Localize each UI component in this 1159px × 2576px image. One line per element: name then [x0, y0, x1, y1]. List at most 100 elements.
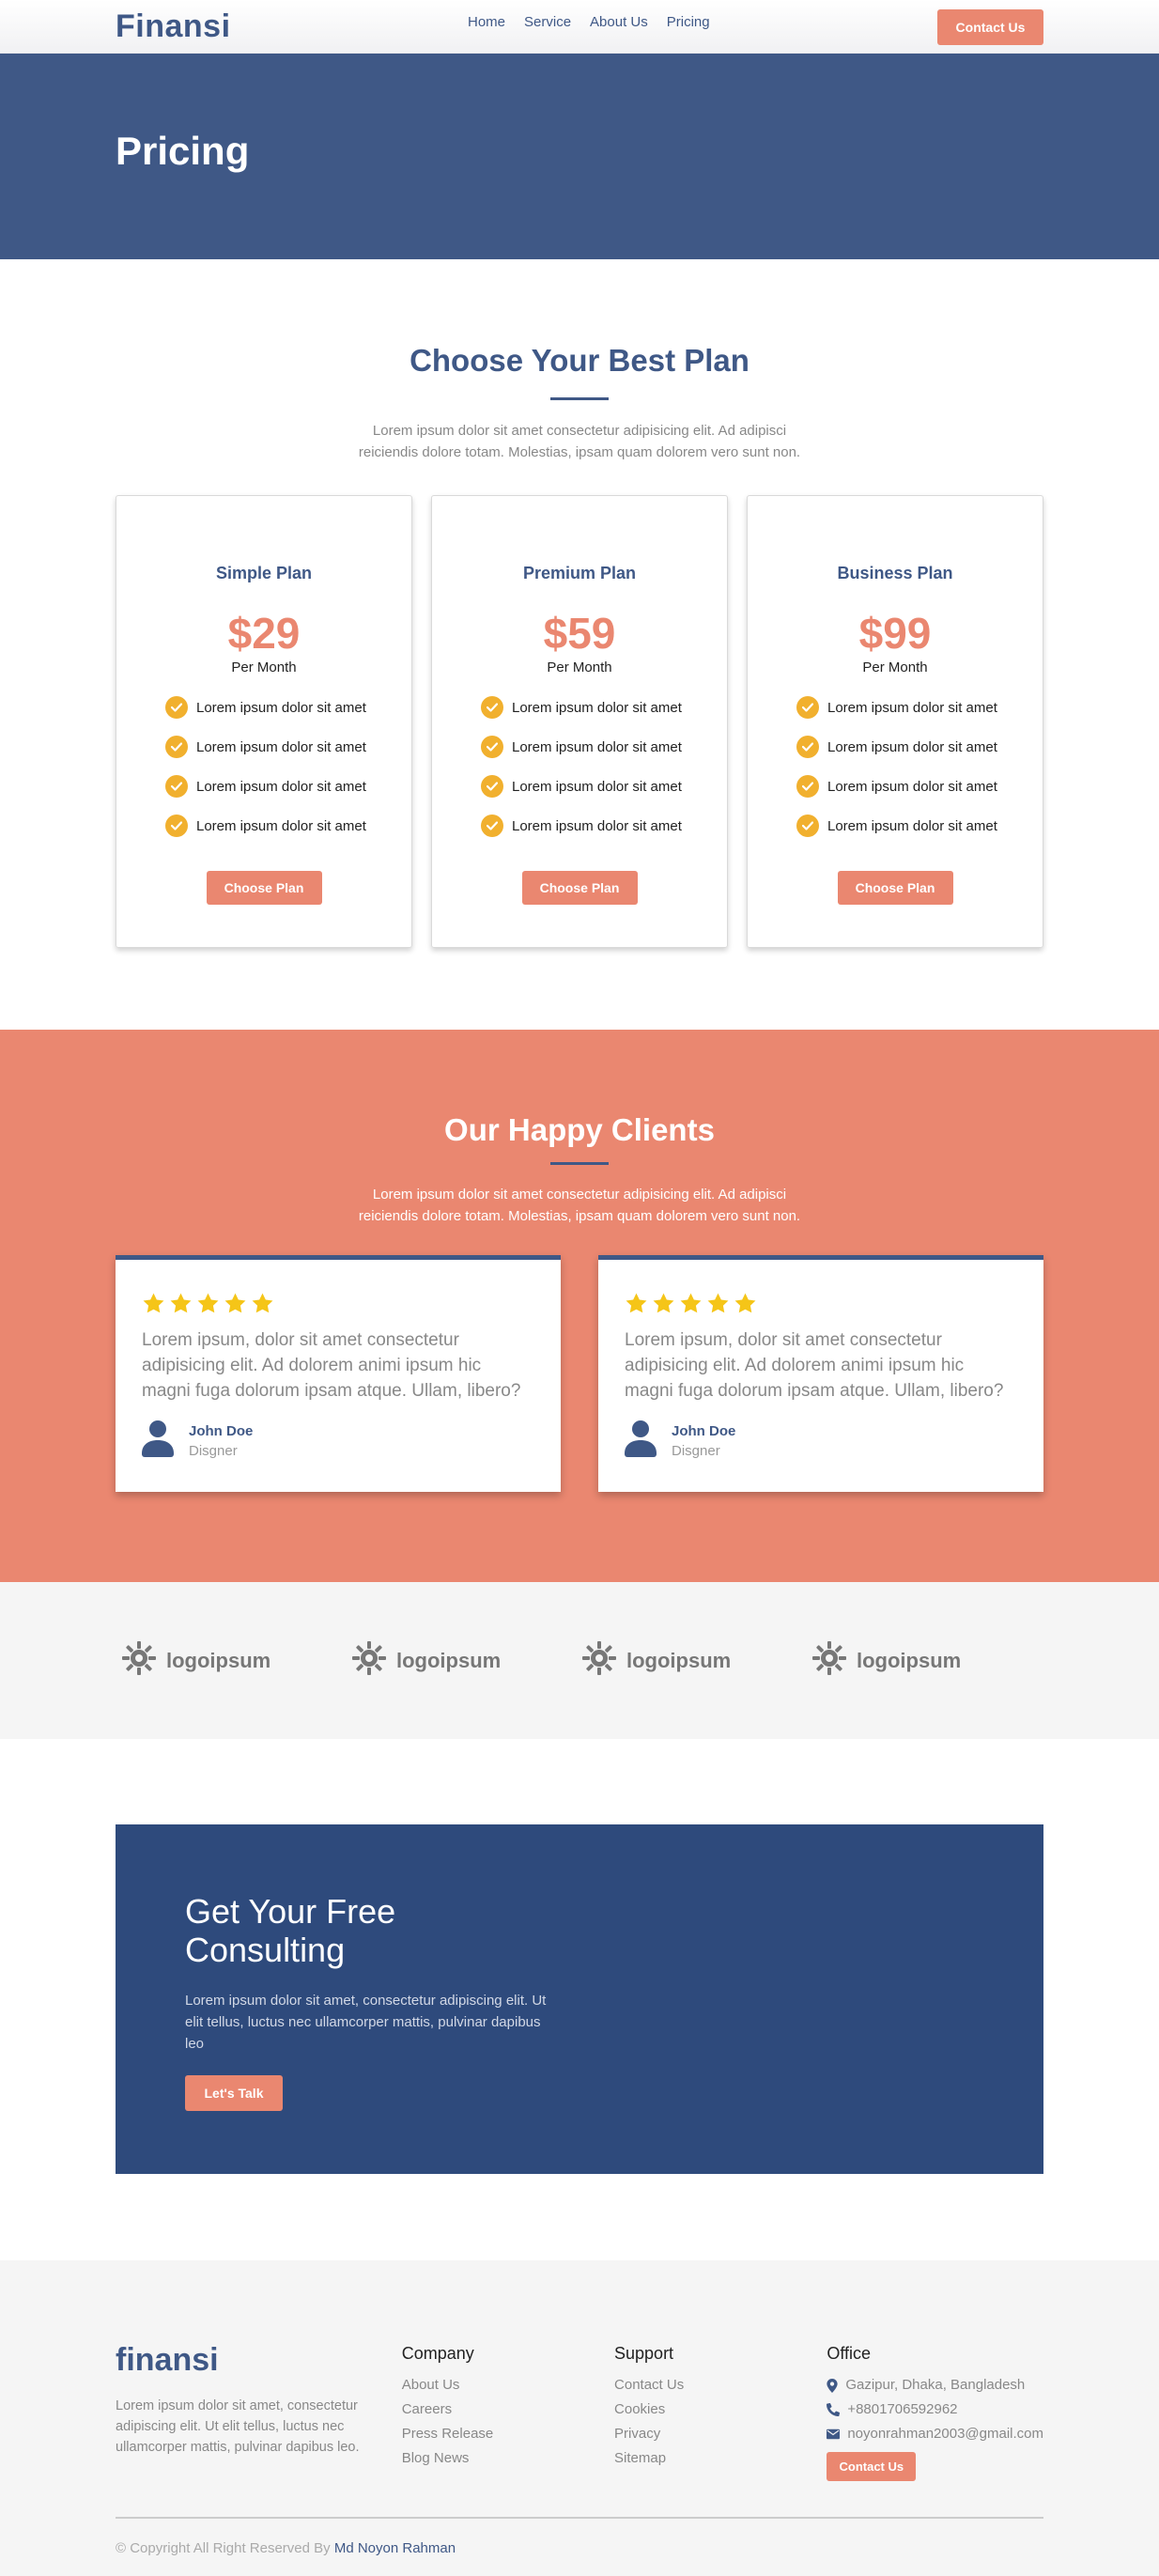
plan-features: Lorem ipsum dolor sit amet Lorem ipsum do…	[748, 688, 1043, 846]
clients-subtitle: Lorem ipsum dolor sit amet consectetur a…	[358, 1187, 801, 1224]
footer-support: Support Contact Us Cookies Privacy Sitem…	[614, 2342, 827, 2481]
author-role: Disgner	[189, 1442, 238, 1459]
plan-feature: Lorem ipsum dolor sit amet	[796, 727, 1043, 767]
office-phone-text[interactable]: +8801706592962	[847, 2398, 957, 2422]
footer-link-press-release[interactable]: Press Release	[402, 2422, 614, 2446]
pricing-section: Choose Your Best Plan Lorem ipsum dolor …	[0, 259, 1159, 1030]
brand-logo[interactable]: Finansi	[116, 8, 231, 45]
footer-contact-us-button[interactable]: Contact Us	[827, 2452, 917, 2481]
footer-office: Office Gazipur, Dhaka, Bangladesh +88017…	[827, 2342, 1043, 2481]
plan-feature: Lorem ipsum dolor sit amet	[481, 727, 727, 767]
plan-period: Per Month	[547, 660, 612, 675]
check-circle-icon	[796, 815, 819, 837]
footer-link-contact-us[interactable]: Contact Us	[614, 2373, 827, 2398]
plan-feature: Lorem ipsum dolor sit amet	[796, 688, 1043, 727]
plan-feature-text: Lorem ipsum dolor sit amet	[196, 778, 366, 795]
lets-talk-button[interactable]: Let's Talk	[185, 2075, 283, 2111]
heading-divider	[550, 1162, 609, 1165]
plan-feature: Lorem ipsum dolor sit amet	[481, 767, 727, 806]
plan-period: Per Month	[231, 660, 297, 675]
sun-logo-icon	[811, 1640, 857, 1682]
footer-description: Lorem ipsum dolor sit amet, consectetur …	[116, 2398, 360, 2455]
plan-feature-text: Lorem ipsum dolor sit amet	[196, 817, 366, 834]
plan-feature: Lorem ipsum dolor sit amet	[796, 806, 1043, 846]
plan-name: Business Plan	[837, 564, 953, 582]
user-icon	[625, 1420, 672, 1462]
star-icon	[734, 1292, 757, 1320]
nav-link-home[interactable]: Home	[468, 14, 505, 30]
footer-link-sitemap[interactable]: Sitemap	[614, 2446, 827, 2471]
footer-link-privacy[interactable]: Privacy	[614, 2422, 827, 2446]
author-name: John Doe	[672, 1422, 736, 1439]
choose-plan-button[interactable]: Choose Plan	[837, 871, 953, 905]
star-icon	[251, 1292, 274, 1320]
copyright: © Copyright All Right Reserved By Md Noy…	[116, 2540, 1043, 2556]
star-icon	[706, 1292, 730, 1320]
nav-link-pricing[interactable]: Pricing	[667, 14, 710, 30]
partner-logo[interactable]: logoipsum	[351, 1640, 581, 1682]
cta-section: Get Your Free Consulting Lorem ipsum dol…	[0, 1739, 1159, 2260]
plan-feature-text: Lorem ipsum dolor sit amet	[512, 778, 682, 795]
office-email-text[interactable]: noyonrahman2003@gmail.com	[847, 2422, 1043, 2446]
check-circle-icon	[796, 696, 819, 719]
plan-period: Per Month	[862, 660, 928, 675]
page-hero: Pricing	[0, 54, 1159, 259]
pricing-subtitle: Lorem ipsum dolor sit amet consectetur a…	[358, 423, 801, 460]
clients-heading: Our Happy Clients	[444, 1112, 715, 1147]
footer-divider	[116, 2517, 1043, 2519]
plan-card-simple-plan: Simple Plan $29 Per Month Lorem ipsum do…	[116, 495, 412, 948]
main-menu: Home Service About Us Pricing	[468, 14, 710, 30]
top-navbar: Finansi Home Service About Us Pricing Co…	[0, 0, 1159, 54]
plan-features: Lorem ipsum dolor sit amet Lorem ipsum do…	[432, 688, 727, 846]
plan-feature-text: Lorem ipsum dolor sit amet	[512, 738, 682, 755]
plan-feature: Lorem ipsum dolor sit amet	[481, 688, 727, 727]
star-rating	[625, 1292, 1017, 1320]
phone-icon	[827, 2403, 841, 2416]
partner-logo-text: logoipsum	[166, 1648, 271, 1672]
footer-link-cookies[interactable]: Cookies	[614, 2398, 827, 2422]
footer-brand[interactable]: finansi	[116, 2342, 402, 2379]
plan-feature-text: Lorem ipsum dolor sit amet	[512, 817, 682, 834]
plan-name: Premium Plan	[522, 564, 637, 582]
envelope-icon	[827, 2429, 841, 2440]
author-link[interactable]: Md Noyon Rahman	[334, 2540, 456, 2556]
plan-card-premium-plan: Premium Plan $59 Per Month Lorem ipsum d…	[431, 495, 728, 948]
choose-plan-button[interactable]: Choose Plan	[521, 871, 638, 905]
plan-feature-text: Lorem ipsum dolor sit amet	[827, 778, 997, 795]
plan-feature: Lorem ipsum dolor sit amet	[165, 806, 411, 846]
testimonial-card: Lorem ipsum, dolor sit amet consectetur …	[116, 1255, 561, 1492]
check-circle-icon	[481, 696, 503, 719]
nav-link-service[interactable]: Service	[524, 14, 571, 30]
star-icon	[652, 1292, 675, 1320]
footer-link-about-us[interactable]: About Us	[402, 2373, 614, 2398]
plan-price: $99	[858, 609, 932, 658]
check-circle-icon	[165, 775, 188, 798]
check-circle-icon	[165, 696, 188, 719]
testimonial-text: Lorem ipsum, dolor sit amet consectetur …	[142, 1330, 521, 1401]
nav-link-about-us[interactable]: About Us	[590, 14, 648, 30]
consulting-banner: Get Your Free Consulting Lorem ipsum dol…	[116, 1824, 1043, 2174]
office-phone: +8801706592962	[827, 2398, 1043, 2422]
partner-logo-text: logoipsum	[626, 1648, 732, 1672]
contact-us-button[interactable]: Contact Us	[937, 8, 1043, 45]
footer-office-heading: Office	[827, 2344, 871, 2363]
partner-logo[interactable]: logoipsum	[581, 1640, 811, 1682]
partner-logo[interactable]: logoipsum	[811, 1640, 1042, 1682]
heading-divider	[550, 397, 609, 400]
cta-text: Lorem ipsum dolor sit amet, consectetur …	[185, 1993, 547, 2052]
star-icon	[196, 1292, 220, 1320]
partner-logo[interactable]: logoipsum	[121, 1640, 351, 1682]
star-icon	[625, 1292, 648, 1320]
check-circle-icon	[481, 775, 503, 798]
testimonial-card: Lorem ipsum, dolor sit amet consectetur …	[598, 1255, 1043, 1492]
plan-price: $29	[227, 609, 301, 658]
choose-plan-button[interactable]: Choose Plan	[206, 871, 322, 905]
testimonial-author: John Doe Disgner	[625, 1420, 1017, 1462]
testimonial-cards: Lorem ipsum, dolor sit amet consectetur …	[116, 1255, 1043, 1492]
map-marker-icon	[827, 2378, 838, 2393]
partner-logo-text: logoipsum	[396, 1648, 502, 1672]
check-circle-icon	[796, 775, 819, 798]
office-email: noyonrahman2003@gmail.com	[827, 2422, 1043, 2446]
footer-link-careers[interactable]: Careers	[402, 2398, 614, 2422]
footer-link-blog-news[interactable]: Blog News	[402, 2446, 614, 2471]
